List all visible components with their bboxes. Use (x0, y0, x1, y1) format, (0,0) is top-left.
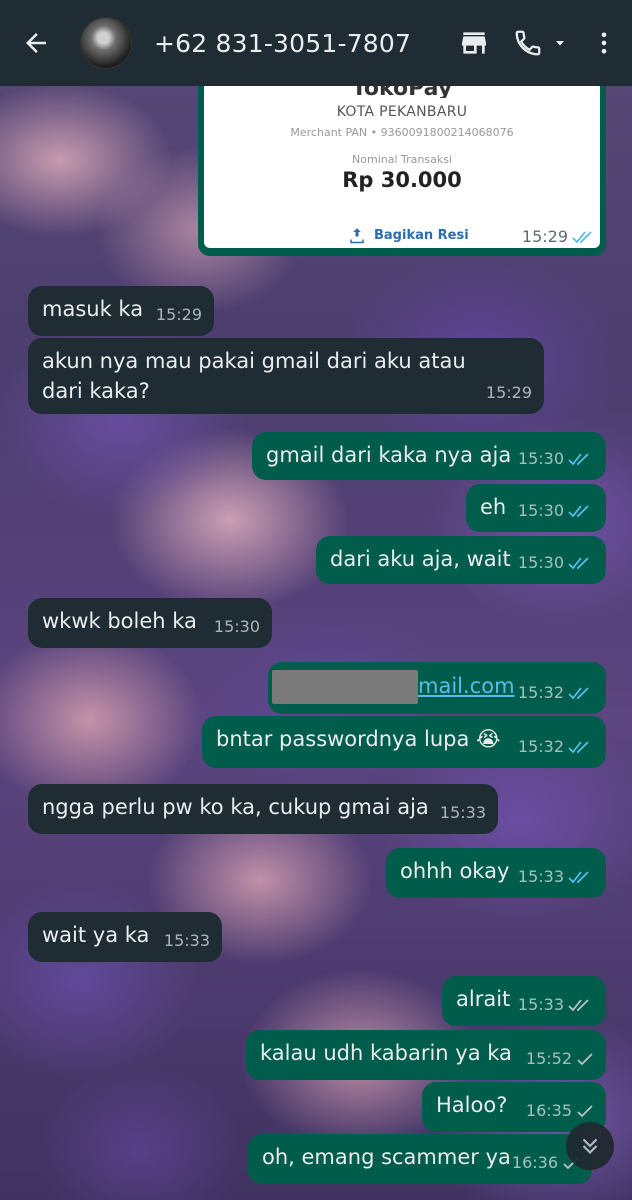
share-icon (350, 228, 364, 244)
delivered-ticks-icon (568, 999, 589, 1012)
contact-avatar[interactable] (80, 17, 132, 69)
receipt-share-button: Bagikan Resi (348, 226, 469, 244)
message-time: 15:32 (517, 737, 564, 756)
message-time: 15:30 (517, 449, 564, 468)
message-text: wait ya ka (42, 923, 150, 947)
message-text: dari aku aja, wait (330, 547, 511, 571)
message-text: alrait (456, 987, 511, 1011)
email-link[interactable]: mail.com (418, 674, 515, 698)
incoming-message[interactable]: masuk ka 15:29 (28, 286, 214, 336)
receipt-amount: Rp 30.000 (342, 168, 462, 192)
outgoing-message[interactable]: ohhh okay 15:33 (386, 848, 606, 898)
message-time: 15:30 (517, 501, 564, 520)
image-message[interactable]: TokoPay KOTA PEKANBARU Merchant PAN • 93… (198, 76, 606, 256)
message-text: akun nya mau pakai gmail dari aku atau d… (42, 349, 466, 403)
outgoing-message[interactable]: alrait 15:33 (442, 976, 606, 1026)
message-time: 16:35 (525, 1101, 572, 1120)
receipt-merchant-pan: Merchant PAN • 9360091800214068076 (290, 126, 514, 139)
outgoing-message[interactable]: bntar passwordnya lupa 😭 15:32 (202, 716, 606, 768)
message-time: 15:30 (517, 553, 564, 572)
message-time: 15:29 (485, 383, 532, 402)
message-time: 15:33 (439, 803, 486, 822)
message-time: 15:33 (163, 931, 210, 950)
outgoing-message[interactable]: mail.com 15:32 (268, 662, 606, 714)
sent-tick-icon (577, 1053, 593, 1066)
sent-tick-icon (577, 1105, 593, 1118)
message-list[interactable]: TokoPay KOTA PEKANBARU Merchant PAN • 93… (0, 76, 632, 1200)
contact-name[interactable]: +62 831-3051-7807 (154, 29, 411, 58)
back-button[interactable] (10, 0, 62, 86)
read-ticks-icon (568, 687, 589, 700)
message-time: 15:52 (525, 1049, 572, 1068)
message-time: 15:33 (517, 995, 564, 1014)
message-text: ohhh okay (400, 859, 510, 883)
receipt-nominal-label: Nominal Transaksi (352, 153, 452, 166)
outgoing-message[interactable]: oh, emang scammer ya 16:36 (248, 1134, 592, 1184)
caret-down-icon (556, 41, 564, 46)
receipt-share-label: Bagikan Resi (374, 227, 469, 243)
read-ticks-icon (568, 505, 589, 518)
payment-receipt-image[interactable]: TokoPay KOTA PEKANBARU Merchant PAN • 93… (204, 82, 600, 248)
redacted-email-block (272, 670, 418, 704)
message-time: 16:36 (511, 1153, 558, 1172)
phone-icon (515, 30, 541, 56)
store-icon (462, 32, 486, 54)
arrow-left-icon (26, 33, 46, 53)
incoming-message[interactable]: ngga perlu pw ko ka, cukup gmai aja 15:3… (28, 784, 498, 834)
message-text: bntar passwordnya lupa 😭 (216, 727, 501, 751)
read-ticks-icon (568, 557, 589, 570)
message-text: eh (480, 495, 507, 519)
message-text: masuk ka (42, 297, 144, 321)
incoming-message[interactable]: wkwk boleh ka 15:30 (28, 598, 272, 648)
call-options-dropdown[interactable] (548, 19, 572, 67)
incoming-message[interactable]: wait ya ka 15:33 (28, 912, 222, 962)
message-text: wkwk boleh ka (42, 609, 197, 633)
message-text: kalau udh kabarin ya ka (260, 1041, 512, 1065)
chat-header: +62 831-3051-7807 (0, 0, 632, 86)
store-button[interactable] (450, 19, 498, 67)
read-ticks-icon (568, 871, 589, 884)
outgoing-message[interactable]: gmail dari kaka nya aja 15:30 (252, 432, 606, 480)
outgoing-message[interactable]: kalau udh kabarin ya ka 15:52 (246, 1030, 606, 1080)
scroll-to-bottom-button[interactable] (566, 1122, 614, 1170)
message-time: 15:33 (517, 867, 564, 886)
outgoing-message[interactable]: dari aku aja, wait 15:30 (316, 536, 606, 584)
read-ticks-icon (572, 230, 592, 243)
more-vert-icon (601, 32, 607, 54)
outgoing-message[interactable]: eh 15:30 (466, 484, 606, 532)
voice-call-button[interactable] (508, 19, 548, 67)
message-time: 15:29 (155, 305, 202, 324)
message-text: oh, emang scammer ya (262, 1145, 511, 1169)
message-time: 15:32 (517, 683, 564, 702)
more-options-button[interactable] (590, 19, 618, 67)
incoming-message[interactable]: akun nya mau pakai gmail dari aku atau d… (28, 338, 544, 414)
message-text: ngga perlu pw ko ka, cukup gmai aja (42, 795, 429, 819)
read-ticks-icon (568, 741, 589, 754)
double-chevron-down-icon (582, 1138, 598, 1155)
receipt-city: KOTA PEKANBARU (336, 104, 468, 120)
message-time: 15:30 (213, 617, 260, 636)
read-ticks-icon (568, 453, 589, 466)
message-text: Haloo? (436, 1093, 508, 1117)
message-time: 15:29 (521, 227, 568, 246)
message-text: gmail dari kaka nya aja (266, 443, 512, 467)
